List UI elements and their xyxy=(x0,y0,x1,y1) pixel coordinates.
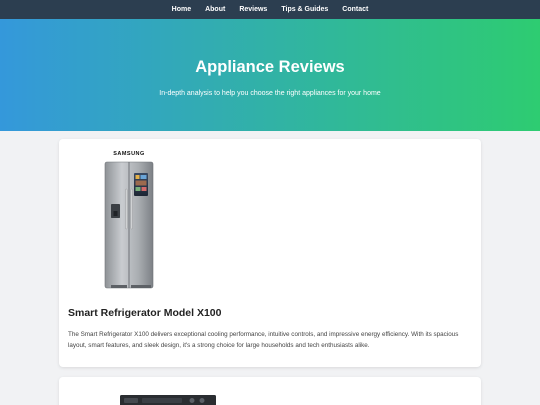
appliance-illustration xyxy=(120,395,216,405)
refrigerator-illustration xyxy=(104,161,154,289)
top-nav: Home About Reviews Tips & Guides Contact xyxy=(0,0,540,19)
review-description: The Smart Refrigerator X100 delivers exc… xyxy=(68,331,459,349)
nav-contact[interactable]: Contact xyxy=(342,6,368,13)
product-image: SAMSUNG xyxy=(89,149,169,291)
reviews-list: SAMSUNG Smart Refrigerator Model X100 Th… xyxy=(0,131,540,405)
page-subtitle: In-depth analysis to help you choose the… xyxy=(159,89,381,97)
nav-about[interactable]: About xyxy=(205,6,225,13)
nav-reviews[interactable]: Reviews xyxy=(239,6,267,13)
review-card xyxy=(59,377,481,405)
brand-logo: SAMSUNG xyxy=(113,151,145,157)
page-title: Appliance Reviews xyxy=(195,57,345,76)
product-image xyxy=(120,395,216,405)
review-card: SAMSUNG Smart Refrigerator Model X100 Th… xyxy=(59,139,481,367)
review-title: Smart Refrigerator Model X100 xyxy=(68,307,222,319)
hero-banner: Appliance Reviews In-depth analysis to h… xyxy=(0,19,540,131)
nav-home[interactable]: Home xyxy=(172,6,191,13)
nav-tips-guides[interactable]: Tips & Guides xyxy=(281,6,328,13)
